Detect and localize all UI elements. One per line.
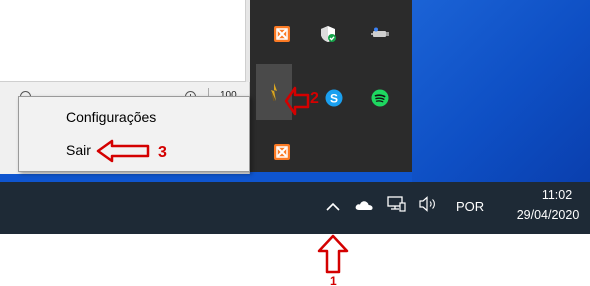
tray-item-spotify[interactable] — [362, 80, 398, 116]
xampp-icon — [274, 144, 290, 160]
show-hidden-icons-button[interactable] — [322, 194, 344, 220]
annotation-number-2: 2 — [310, 90, 319, 107]
chevron-up-icon — [326, 202, 340, 211]
desktop-background — [412, 0, 590, 182]
network-icon — [387, 196, 406, 212]
tray-item-safely-remove[interactable] — [362, 16, 398, 52]
clock-time[interactable]: 11:02 — [524, 188, 590, 202]
tray-item-windows-security[interactable] — [310, 16, 346, 52]
xampp-icon — [274, 26, 290, 42]
screenshot: 100 — [0, 0, 590, 286]
tray-item-xampp-2[interactable] — [264, 134, 300, 170]
tray-item-skype[interactable]: S — [316, 80, 352, 116]
speaker-icon — [419, 196, 435, 212]
clock-date[interactable]: 29/04/2020 — [506, 208, 590, 222]
svg-text:S: S — [330, 92, 338, 106]
network-button[interactable] — [386, 196, 406, 217]
annotation-arrow-3 — [96, 139, 150, 163]
spotify-icon — [371, 89, 389, 107]
onedrive-button[interactable] — [354, 198, 374, 216]
cloud-icon — [355, 201, 373, 210]
annotation-number-1: 1 — [330, 274, 337, 286]
skype-icon: S — [325, 89, 343, 107]
annotation-arrow-1 — [317, 234, 349, 274]
tray-overflow-flyout: S — [250, 0, 412, 172]
menu-item-label: Configurações — [66, 109, 157, 125]
app-tray-icon — [271, 83, 277, 102]
usb-safely-remove-icon — [371, 27, 389, 37]
annotation-number-3: 3 — [158, 144, 167, 161]
menu-item-configuracoes[interactable]: Configurações — [19, 103, 249, 131]
document-pane — [0, 0, 246, 82]
taskbar: POR 11:02 29/04/2020 — [0, 182, 590, 234]
windows-security-icon — [321, 26, 336, 42]
language-indicator[interactable]: POR — [456, 199, 484, 214]
volume-button[interactable] — [418, 196, 438, 217]
tray-item-xampp[interactable] — [264, 16, 300, 52]
annotation-arrow-2 — [284, 86, 310, 116]
menu-item-label: Sair — [66, 142, 91, 158]
